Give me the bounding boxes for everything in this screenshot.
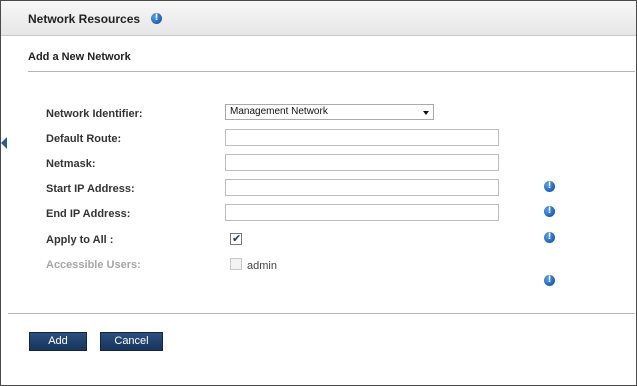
info-icon[interactable]: ! — [544, 181, 555, 192]
netmask-input[interactable] — [225, 154, 499, 171]
start-ip-label: Start IP Address: — [46, 183, 135, 195]
section-divider — [28, 71, 635, 72]
chevron-down-icon — [423, 111, 429, 115]
default-route-label: Default Route: — [46, 133, 122, 145]
accessible-users-label: Accessible Users: — [46, 259, 141, 271]
dialog-window: Network Resources ! Add a New Network Ne… — [0, 0, 637, 386]
checkmark-icon: ✔ — [232, 232, 242, 245]
network-identifier-value: Management Network — [230, 106, 328, 117]
admin-user-checkbox[interactable] — [230, 258, 242, 270]
section-title: Add a New Network — [28, 51, 131, 63]
footer-divider — [8, 313, 635, 314]
left-edge-divider — [1, 35, 8, 385]
end-ip-input[interactable] — [225, 204, 499, 221]
end-ip-label: End IP Address: — [46, 208, 131, 220]
add-button[interactable]: Add — [29, 332, 87, 351]
info-icon[interactable]: ! — [544, 275, 555, 286]
start-ip-input[interactable] — [225, 179, 499, 196]
apply-to-all-label: Apply to All : — [46, 234, 114, 246]
cancel-button[interactable]: Cancel — [100, 332, 163, 351]
netmask-label: Netmask: — [46, 158, 96, 170]
window-title: Network Resources — [28, 12, 141, 26]
title-bar: Network Resources ! — [1, 1, 636, 36]
default-route-input[interactable] — [225, 129, 499, 146]
network-identifier-select[interactable]: Management Network — [225, 104, 434, 120]
info-icon[interactable]: ! — [544, 206, 555, 217]
info-icon[interactable]: ! — [151, 13, 162, 24]
apply-to-all-checkbox[interactable]: ✔ — [230, 232, 242, 245]
admin-user-label: admin — [247, 260, 277, 272]
info-icon[interactable]: ! — [544, 232, 555, 243]
network-identifier-label: Network Identifier: — [46, 108, 143, 120]
